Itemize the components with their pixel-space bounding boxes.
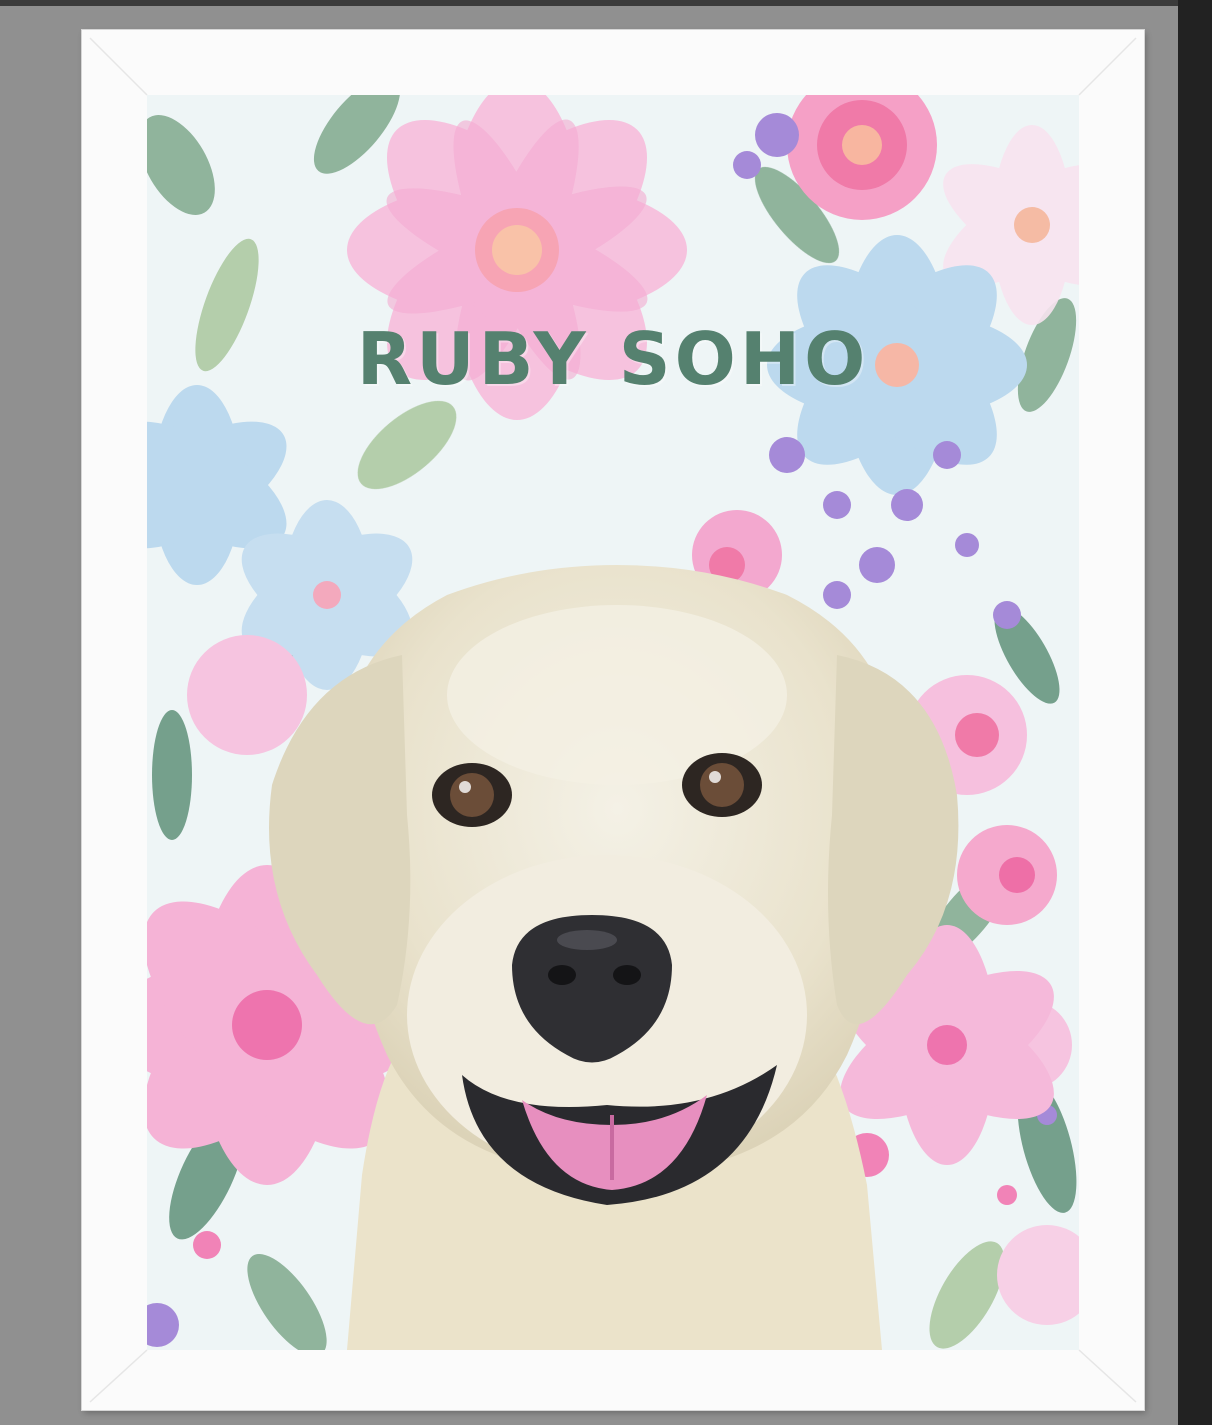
- window-top-edge: [0, 0, 1212, 6]
- floral-pattern: [147, 95, 1079, 1350]
- pet-portrait-artwork: RUBY SOHO: [147, 95, 1079, 1350]
- dog-portrait: [269, 565, 959, 1350]
- window-right-edge: [1178, 0, 1212, 1425]
- screenshot-canvas: RUBY SOHO: [0, 0, 1212, 1425]
- pet-name-title: RUBY SOHO: [356, 317, 870, 401]
